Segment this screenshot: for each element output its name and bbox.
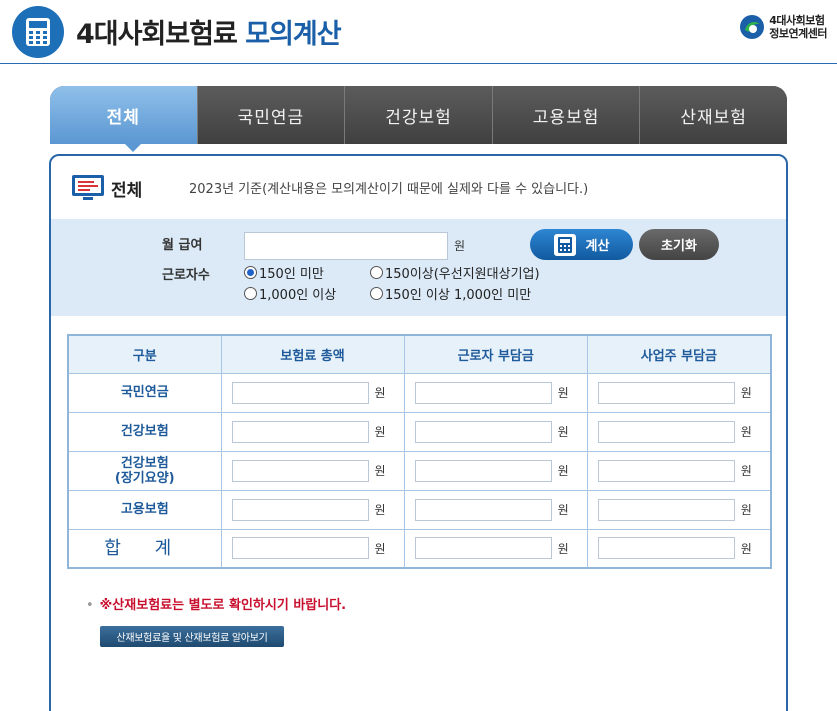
section-header: 전체 <box>71 174 142 202</box>
brand-text: 4대사회보험 정보연계센터 <box>769 14 827 40</box>
title-accent: 모의계산 <box>245 19 341 50</box>
unit-label: 원 <box>374 464 386 478</box>
unit-label: 원 <box>740 503 752 517</box>
unit-label: 원 <box>374 503 386 517</box>
page-header: 4대사회보험료 모의계산 4대사회보험 정보연계센터 <box>0 0 837 64</box>
employer-share-input[interactable] <box>597 420 735 443</box>
bullet-icon: • <box>86 598 94 613</box>
row-label-national-pension: 국민연금 <box>67 372 222 413</box>
unit-label: 원 <box>740 425 752 439</box>
radio-over-1000[interactable]: 1,000인 이상 <box>244 284 336 303</box>
title-prefix: 4대사회보험료 <box>76 19 238 50</box>
radio-label: 150인 이상 1,000인 미만 <box>385 288 532 303</box>
reset-button[interactable]: 초기화 <box>639 229 719 260</box>
table-row: 국민연금 원 원 원 <box>67 372 772 413</box>
radio-dot[interactable] <box>370 266 383 279</box>
insurance-tabs: 전체 국민연금 건강보험 고용보험 산재보험 <box>50 86 787 144</box>
table-row: 건강보험 (장기요양) 원 원 원 <box>67 450 772 491</box>
radio-dot[interactable] <box>244 266 257 279</box>
table-header-row: 구분 보험료 총액 근로자 부담금 사업주 부담금 <box>67 334 772 374</box>
unit-label: 원 <box>557 503 569 517</box>
page-title: 4대사회보험료 모의계산 <box>76 12 342 51</box>
calculator-icon <box>12 6 64 58</box>
brand-logo[interactable]: 4대사회보험 정보연계센터 <box>739 14 827 40</box>
row-label-health-insurance: 건강보험 <box>67 411 222 452</box>
salary-input[interactable] <box>244 232 448 260</box>
row-label-total: 합 계 <box>67 528 222 569</box>
col-category: 구분 <box>67 334 222 374</box>
unit-label: 원 <box>740 541 752 556</box>
radio-dot[interactable] <box>370 287 383 300</box>
tab-national-pension[interactable]: 국민연금 <box>196 86 345 144</box>
unit-label: 원 <box>557 386 569 400</box>
industrial-accident-notice: • ※산재보험료는 별도로 확인하시기 바랍니다. <box>86 594 346 613</box>
employer-share-input[interactable] <box>597 537 735 560</box>
radio-150-priority[interactable]: 150이상(우선지원대상기업) <box>370 263 540 282</box>
row-label-employment-insurance: 고용보험 <box>67 489 222 530</box>
industrial-accident-info-button[interactable]: 산재보험료율 및 산재보험료 알아보기 <box>100 626 284 647</box>
row-label-line-2: (장기요양) <box>114 470 175 486</box>
worker-share-input[interactable] <box>414 537 552 560</box>
calculator-panel: 전체 2023년 기준(계산내용은 모의계산이기 때문에 실제와 다를 수 있습… <box>49 154 788 711</box>
radio-label: 150인 미만 <box>259 267 324 282</box>
workers-label: 근로자수 <box>162 268 210 283</box>
radio-dot[interactable] <box>244 287 257 300</box>
worker-share-input[interactable] <box>414 498 552 521</box>
brand-emblem-icon <box>740 15 765 39</box>
col-total-premium: 보험료 총액 <box>220 334 405 374</box>
table-row: 합 계 원 원 원 <box>67 528 772 569</box>
table-row: 건강보험 원 원 원 <box>67 411 772 452</box>
worker-share-input[interactable] <box>414 459 552 482</box>
unit-label: 원 <box>374 386 386 400</box>
notice-text: ※산재보험료는 별도로 확인하시기 바랍니다. <box>99 598 347 613</box>
radio-150-to-1000[interactable]: 150인 이상 1,000인 미만 <box>370 284 531 303</box>
tab-employment-insurance[interactable]: 고용보험 <box>491 86 640 144</box>
unit-label: 원 <box>374 541 386 556</box>
row-label-line-1: 건강보험 <box>120 455 169 471</box>
unit-label: 원 <box>374 425 386 439</box>
monitor-icon <box>72 175 104 200</box>
col-worker-share: 근로자 부담금 <box>403 334 588 374</box>
tab-health-insurance[interactable]: 건강보험 <box>344 86 492 144</box>
calculate-button[interactable]: 계산 <box>530 229 633 260</box>
calculate-label: 계산 <box>585 239 610 254</box>
section-title: 전체 <box>111 180 143 201</box>
row-label-long-term-care: 건강보험 (장기요양) <box>67 450 222 491</box>
tab-all[interactable]: 전체 <box>50 86 197 144</box>
unit-label: 원 <box>740 386 752 400</box>
premium-table: 구분 보험료 총액 근로자 부담금 사업주 부담금 국민연금 원 원 원 건강보… <box>67 334 772 569</box>
total-premium-input[interactable] <box>231 420 369 443</box>
worker-share-input[interactable] <box>414 381 552 404</box>
total-premium-input[interactable] <box>231 498 369 521</box>
employer-share-input[interactable] <box>597 459 735 482</box>
radio-under-150[interactable]: 150인 미만 <box>244 263 324 282</box>
unit-label: 원 <box>557 541 569 556</box>
calculator-icon <box>553 233 576 256</box>
employer-share-input[interactable] <box>597 381 735 404</box>
input-form: 월 급여 원 계산 초기화 근로자수 150인 미만 150이상(우선지원대상기… <box>51 219 786 316</box>
salary-label: 월 급여 <box>162 238 203 253</box>
employer-share-input[interactable] <box>597 498 735 521</box>
radio-label: 1,000인 이상 <box>259 288 337 303</box>
table-row: 고용보험 원 원 원 <box>67 489 772 530</box>
salary-unit: 원 <box>454 239 466 253</box>
total-premium-input[interactable] <box>231 537 369 560</box>
total-premium-input[interactable] <box>231 459 369 482</box>
col-employer-share: 사업주 부담금 <box>586 334 772 374</box>
tab-industrial-accident[interactable]: 산재보험 <box>639 86 787 144</box>
brand-line-1: 4대사회보험 <box>769 14 825 27</box>
brand-line-2: 정보연계센터 <box>769 27 827 40</box>
unit-label: 원 <box>557 464 569 478</box>
unit-label: 원 <box>740 464 752 478</box>
worker-share-input[interactable] <box>414 420 552 443</box>
active-tab-pointer <box>124 143 142 152</box>
radio-label: 150이상(우선지원대상기업) <box>385 267 540 282</box>
total-premium-input[interactable] <box>231 381 369 404</box>
basis-note: 2023년 기준(계산내용은 모의계산이기 때문에 실제와 다를 수 있습니다.… <box>189 182 589 197</box>
unit-label: 원 <box>557 425 569 439</box>
